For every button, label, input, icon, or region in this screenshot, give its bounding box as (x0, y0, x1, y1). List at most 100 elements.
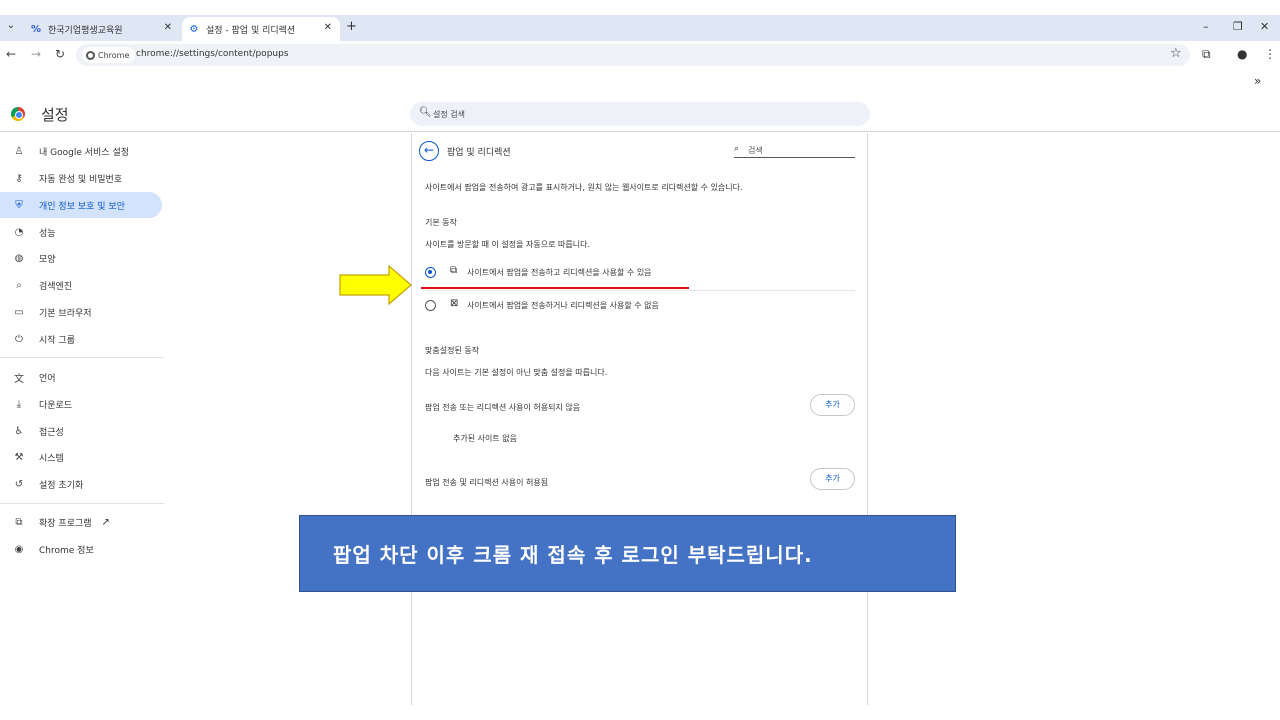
sidebar-item-label: 성능 (39, 228, 56, 239)
back-arrow-icon[interactable]: ← (419, 141, 439, 161)
radio-label: 사이트에서 팝업을 전송하고 리디렉션을 사용할 수 있음 (467, 268, 652, 277)
sidebar-item-label: 시작 그룹 (39, 335, 75, 346)
sidebar-item-about[interactable]: ◉ Chrome 정보 (0, 536, 162, 562)
sidebar-item-performance[interactable]: ◔ 성능 (0, 219, 162, 245)
palette-icon: ◍ (14, 252, 24, 264)
chrome-logo-icon (11, 107, 25, 121)
sidebar-item-label: 접근성 (39, 427, 64, 438)
new-tab-button[interactable]: + (346, 19, 357, 34)
sidebar-item-label: 개인 정보 보호 및 보안 (39, 201, 125, 212)
tab-settings[interactable]: ⚙ 설정 - 팝업 및 리디렉션 ✕ (182, 17, 340, 41)
open-in-new-icon: ⧉ (450, 265, 458, 276)
sidebar-item-label: 확장 프로그램 (39, 518, 92, 529)
restore-icon[interactable]: ❐ (1233, 20, 1243, 33)
tab-strip: ⌄ % 한국기업평생교육원 ✕ ⚙ 설정 - 팝업 및 리디렉션 ✕ + – ❐… (0, 15, 1280, 41)
tab-label: 한국기업평생교육원 (48, 25, 123, 36)
sidebar-item-system[interactable]: ⚒ 시스템 (0, 444, 162, 470)
add-blocked-site-button[interactable]: 추가 (810, 394, 855, 416)
sidebar-item-label: 자동 완성 및 비밀번호 (39, 174, 123, 185)
address-bar[interactable]: Chrome chrome://settings/content/popups … (76, 44, 1190, 66)
notice-banner: 팝업 차단 이후 크롬 재 접속 후 로그인 부탁드립니다. (299, 515, 956, 592)
tab-search-icon[interactable]: ⌄ (4, 20, 18, 34)
speedometer-icon: ◔ (14, 226, 24, 238)
allowed-list-label: 팝업 전송 및 리디렉션 사용이 허용됨 (425, 478, 549, 487)
power-icon: ⏻ (15, 333, 23, 345)
puzzle-icon: ⧉ (15, 516, 23, 528)
sidebar-item-appearance[interactable]: ◍ 모양 (0, 245, 162, 271)
radio-label: 사이트에서 팝업을 전송하거나 리디렉션을 사용할 수 없음 (467, 301, 659, 310)
sidebar-item-on-startup[interactable]: ⏻ 시작 그룹 (0, 326, 162, 352)
radio-block-popups[interactable]: ⊠ 사이트에서 팝업을 전송하거나 리디렉션을 사용할 수 없음 (425, 292, 855, 320)
radio-allow-popups[interactable]: ⧉ 사이트에서 팝업을 전송하고 리디렉션을 사용할 수 있음 (425, 259, 855, 287)
search-icon: ⌕ (734, 144, 740, 154)
blocked-list-label: 팝업 전송 또는 리디렉션 사용이 허용되지 않음 (425, 403, 581, 412)
add-allowed-site-button[interactable]: 추가 (810, 468, 855, 490)
sidebar-item-languages[interactable]: 文 언어 (0, 364, 162, 390)
sidebar-item-autofill[interactable]: ⚷ 자동 완성 및 비밀번호 (0, 165, 162, 191)
menu-kebab-icon[interactable]: ⋮ (1264, 47, 1276, 61)
gear-icon: ⚙ (189, 23, 199, 35)
sidebar-item-label: 다운로드 (39, 400, 73, 411)
forward-icon[interactable]: → (31, 47, 41, 61)
sidebar-item-label: 기본 브라우저 (39, 308, 92, 319)
radio-button[interactable] (425, 300, 436, 311)
sidebar-item-extensions[interactable]: ⧉ 확장 프로그램 ↗ (0, 509, 162, 535)
translate-icon: 文 (14, 373, 24, 385)
sidebar-item-default-browser[interactable]: ▭ 기본 브라우저 (0, 299, 162, 325)
shield-icon: ⛨ (15, 199, 23, 211)
reset-icon: ↺ (14, 478, 24, 490)
no-sites-text: 추가된 사이트 없음 (453, 434, 517, 443)
bookmark-star-icon[interactable]: ☆ (1170, 46, 1182, 61)
chip-label: Chrome (98, 50, 130, 60)
custom-behavior-heading: 맞춤설정된 동작 (425, 346, 480, 355)
tab-site[interactable]: % 한국기업평생교육원 ✕ (24, 17, 180, 41)
wrench-icon: ⚒ (14, 451, 24, 463)
sidebar-item-accessibility[interactable]: ♿︎ 접근성 (0, 418, 162, 444)
close-icon[interactable]: ✕ (164, 22, 172, 33)
sidebar-item-label: Chrome 정보 (39, 545, 94, 556)
search-icon: ⌕ (16, 279, 22, 291)
sidebar-divider (0, 357, 164, 358)
page-title: 설정 (41, 106, 69, 124)
default-behavior-heading: 기본 동작 (425, 218, 457, 227)
sidebar-item-label: 시스템 (39, 453, 64, 464)
sidebar-item-google-services[interactable]: ♙ 내 Google 서비스 설정 (0, 138, 162, 164)
browser-icon: ▭ (14, 306, 24, 318)
sidebar-item-search-engine[interactable]: ⌕ 검색엔진 (0, 272, 162, 298)
close-icon[interactable]: ✕ (324, 22, 332, 33)
accessibility-icon: ♿︎ (14, 425, 24, 437)
back-icon[interactable]: ← (6, 47, 16, 61)
chrome-icon (86, 50, 95, 60)
minimize-icon[interactable]: – (1203, 20, 1209, 33)
subpage-search-input[interactable]: ⌕ 검색 (734, 144, 855, 158)
reload-icon[interactable]: ↻ (55, 47, 65, 61)
settings-header: 설정 🔍︎ 설정 검색 (0, 96, 1280, 132)
bookmarks-overflow-icon[interactable]: » (1254, 74, 1261, 88)
page-description: 사이트에서 팝업을 전송하여 광고를 표시하거나, 원치 않는 웹사이트로 리디… (425, 183, 743, 192)
sidebar-item-reset[interactable]: ↺ 설정 초기화 (0, 471, 162, 497)
profile-avatar-icon[interactable]: ● (1237, 47, 1247, 61)
custom-behavior-subtext: 다음 사이트는 기본 설정이 아닌 맞춤 설정을 따릅니다. (425, 368, 608, 377)
sidebar-item-label: 모양 (39, 254, 56, 265)
close-window-icon[interactable]: ✕ (1260, 20, 1269, 33)
sidebar-item-downloads[interactable]: ⤓ 다운로드 (0, 391, 162, 417)
sidebar-item-privacy[interactable]: ⛨ 개인 정보 보호 및 보안 (0, 192, 162, 218)
radio-button-selected[interactable] (425, 267, 436, 278)
settings-search-input[interactable]: 🔍︎ 설정 검색 (410, 102, 870, 126)
popup-blocked-icon: ⊠ (450, 298, 459, 309)
popups-settings-card: ← 팝업 및 리디렉션 ⌕ 검색 사이트에서 팝업을 전송하여 광고를 표시하거… (411, 133, 868, 705)
search-placeholder: 검색 (748, 146, 763, 155)
yellow-arrow-annotation (339, 265, 412, 305)
sidebar-item-label: 내 Google 서비스 설정 (39, 147, 130, 158)
subpage-title: 팝업 및 리디렉션 (447, 148, 511, 158)
row-divider (425, 290, 855, 291)
url-text[interactable]: chrome://settings/content/popups (136, 49, 289, 59)
browser-toolbar: ← → ↻ Chrome chrome://settings/content/p… (0, 41, 1280, 69)
sidebar-divider (0, 503, 164, 504)
sidebar-item-label: 언어 (39, 373, 56, 384)
site-info-chip[interactable]: Chrome (82, 47, 136, 63)
tab-label: 설정 - 팝업 및 리디렉션 (206, 25, 296, 36)
sidebar-item-label: 검색엔진 (39, 281, 73, 292)
default-behavior-subtext: 사이트를 방문할 때 이 설정을 자동으로 따릅니다. (425, 240, 590, 249)
extensions-icon[interactable]: ⧉ (1202, 47, 1211, 62)
